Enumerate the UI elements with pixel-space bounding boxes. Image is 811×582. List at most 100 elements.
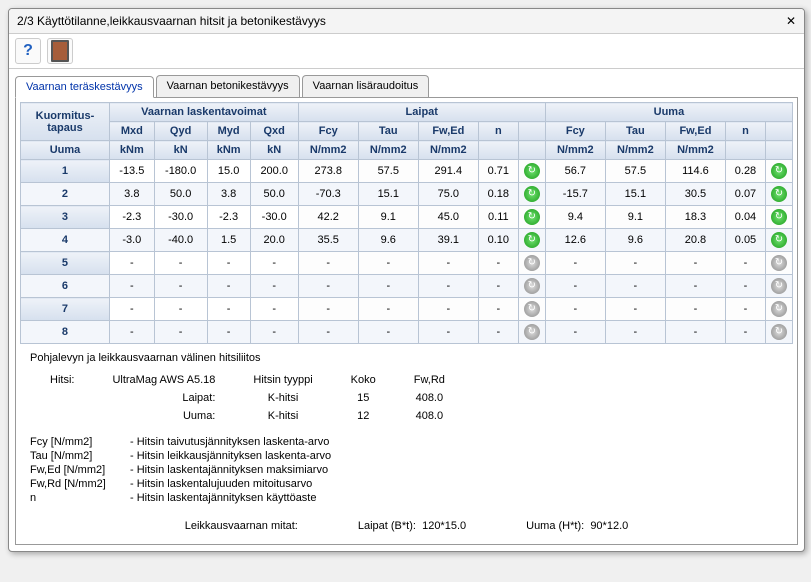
cell-myd[interactable]: 3.8: [207, 183, 250, 206]
tab-betonikestavyys[interactable]: Vaarnan betonikestävyys: [156, 75, 300, 97]
table-row: 23.850.03.850.0-70.315.175.00.18↻-15.715…: [21, 183, 793, 206]
dims-laipat-val: 120*15.0: [422, 520, 466, 532]
cell-l-fwed: 45.0: [418, 206, 478, 229]
uuma-fwrd: 408.0: [396, 408, 463, 424]
dims-laipat-key: Laipat (B*t):: [358, 520, 416, 532]
cell-qxd[interactable]: 200.0: [250, 160, 298, 183]
unit-mxd: kNm: [109, 141, 154, 160]
col-u-tau: Tau: [605, 122, 665, 141]
col-u-status: [766, 122, 793, 141]
cell-l-n: -: [478, 321, 518, 344]
results-table: Kuormitus- tapaus Vaarnan laskentavoimat…: [20, 102, 793, 344]
unit-myd: kNm: [207, 141, 250, 160]
col-l-fcy: Fcy: [298, 122, 358, 141]
cell-qyd[interactable]: -40.0: [154, 229, 207, 252]
exit-button[interactable]: [47, 38, 73, 64]
tab-content: Kuormitus- tapaus Vaarnan laskentavoimat…: [15, 97, 798, 545]
colgroup-voimat: Vaarnan laskentavoimat: [109, 103, 298, 122]
dims-uuma-val: 90*12.0: [590, 520, 628, 532]
cell-myd[interactable]: -: [207, 252, 250, 275]
table-row: 1-13.5-180.015.0200.0273.857.5291.40.71↻…: [21, 160, 793, 183]
close-icon[interactable]: ✕: [786, 14, 796, 28]
hitsi-value: UltraMag AWS A5.18: [94, 372, 233, 388]
cell-l-status: ↻: [518, 229, 545, 252]
cell-u-n: -: [725, 321, 765, 344]
cell-u-n: 0.04: [725, 206, 765, 229]
cell-qxd[interactable]: 50.0: [250, 183, 298, 206]
legend-n-val: - Hitsin laskentajännityksen käyttöaste: [130, 492, 316, 504]
cell-mxd[interactable]: -: [109, 321, 154, 344]
cell-qxd[interactable]: -: [250, 298, 298, 321]
cell-qyd[interactable]: -30.0: [154, 206, 207, 229]
dims-label: Leikkausvaarnan mitat:: [185, 520, 298, 532]
cell-l-status: ↻: [518, 252, 545, 275]
laipat-koko: 15: [333, 390, 394, 406]
hitsi-label: Hitsi:: [32, 372, 92, 388]
cell-u-tau: 9.6: [605, 229, 665, 252]
cell-qxd[interactable]: 20.0: [250, 229, 298, 252]
cell-myd[interactable]: 1.5: [207, 229, 250, 252]
col-qyd: Qyd: [154, 122, 207, 141]
cell-u-fwed: -: [665, 321, 725, 344]
help-button[interactable]: ?: [15, 38, 41, 64]
cell-u-status: ↻: [766, 160, 793, 183]
tab-lisaraudoitus[interactable]: Vaarnan lisäraudoitus: [302, 75, 430, 97]
cell-myd[interactable]: -: [207, 275, 250, 298]
cell-u-tau: 9.1: [605, 206, 665, 229]
cell-l-fcy: 273.8: [298, 160, 358, 183]
cell-l-fwed: -: [418, 298, 478, 321]
cell-u-status: ↻: [766, 206, 793, 229]
row-id: 6: [21, 275, 110, 298]
cell-l-fwed: 291.4: [418, 160, 478, 183]
cell-u-fwed: 18.3: [665, 206, 725, 229]
cell-u-n: 0.07: [725, 183, 765, 206]
cell-u-status: ↻: [766, 275, 793, 298]
window-title: 2/3 Käyttötilanne,leikkausvaarnan hitsit…: [17, 14, 326, 28]
cell-qyd[interactable]: -: [154, 275, 207, 298]
cell-l-fwed: 75.0: [418, 183, 478, 206]
cell-mxd[interactable]: -: [109, 275, 154, 298]
cell-qxd[interactable]: -30.0: [250, 206, 298, 229]
hitsin-tyyppi-label: Hitsin tyyppi: [235, 372, 330, 388]
col-l-n: n: [478, 122, 518, 141]
cell-qxd[interactable]: -: [250, 321, 298, 344]
tab-teraskestavyys[interactable]: Vaarnan teräskestävyys: [15, 76, 154, 98]
cell-qyd[interactable]: -180.0: [154, 160, 207, 183]
cell-l-n: 0.10: [478, 229, 518, 252]
cell-l-fwed: -: [418, 252, 478, 275]
status-ok-icon: ↻: [771, 209, 787, 225]
cell-l-fwed: -: [418, 321, 478, 344]
legend-fwed-key: Fw,Ed [N/mm2]: [30, 464, 130, 476]
cell-mxd[interactable]: -: [109, 298, 154, 321]
cell-myd[interactable]: -2.3: [207, 206, 250, 229]
cell-qyd[interactable]: -: [154, 298, 207, 321]
unit-l-fwed: N/mm2: [418, 141, 478, 160]
cell-qyd[interactable]: -: [154, 321, 207, 344]
cell-l-tau: 9.6: [358, 229, 418, 252]
unit-u-fcy: N/mm2: [545, 141, 605, 160]
cell-qxd[interactable]: -: [250, 252, 298, 275]
legend-fwrd-val: - Hitsin laskentalujuuden mitoitusarvo: [130, 478, 312, 490]
cell-l-tau: -: [358, 252, 418, 275]
cell-mxd[interactable]: -13.5: [109, 160, 154, 183]
cell-u-tau: 15.1: [605, 183, 665, 206]
col-kuormitus: Kuormitus- tapaus: [21, 103, 110, 141]
uuma-label: Uuma:: [94, 408, 233, 424]
cell-mxd[interactable]: -: [109, 252, 154, 275]
table-row: 7--------↻----↻: [21, 298, 793, 321]
cell-myd[interactable]: 15.0: [207, 160, 250, 183]
cell-myd[interactable]: -: [207, 321, 250, 344]
cell-qxd[interactable]: -: [250, 275, 298, 298]
cell-qyd[interactable]: 50.0: [154, 183, 207, 206]
status-ok-icon: ↻: [771, 186, 787, 202]
info-heading: Pohjalevyn ja leikkausvaarnan välinen hi…: [30, 352, 783, 364]
tab-bar: Vaarnan teräskestävyys Vaarnan betonikes…: [9, 69, 804, 97]
cell-qyd[interactable]: -: [154, 252, 207, 275]
cell-myd[interactable]: -: [207, 298, 250, 321]
dialog-window: 2/3 Käyttötilanne,leikkausvaarnan hitsit…: [8, 8, 805, 552]
cell-mxd[interactable]: -2.3: [109, 206, 154, 229]
cell-mxd[interactable]: -3.0: [109, 229, 154, 252]
cell-u-n: -: [725, 298, 765, 321]
cell-mxd[interactable]: 3.8: [109, 183, 154, 206]
cell-l-tau: -: [358, 275, 418, 298]
